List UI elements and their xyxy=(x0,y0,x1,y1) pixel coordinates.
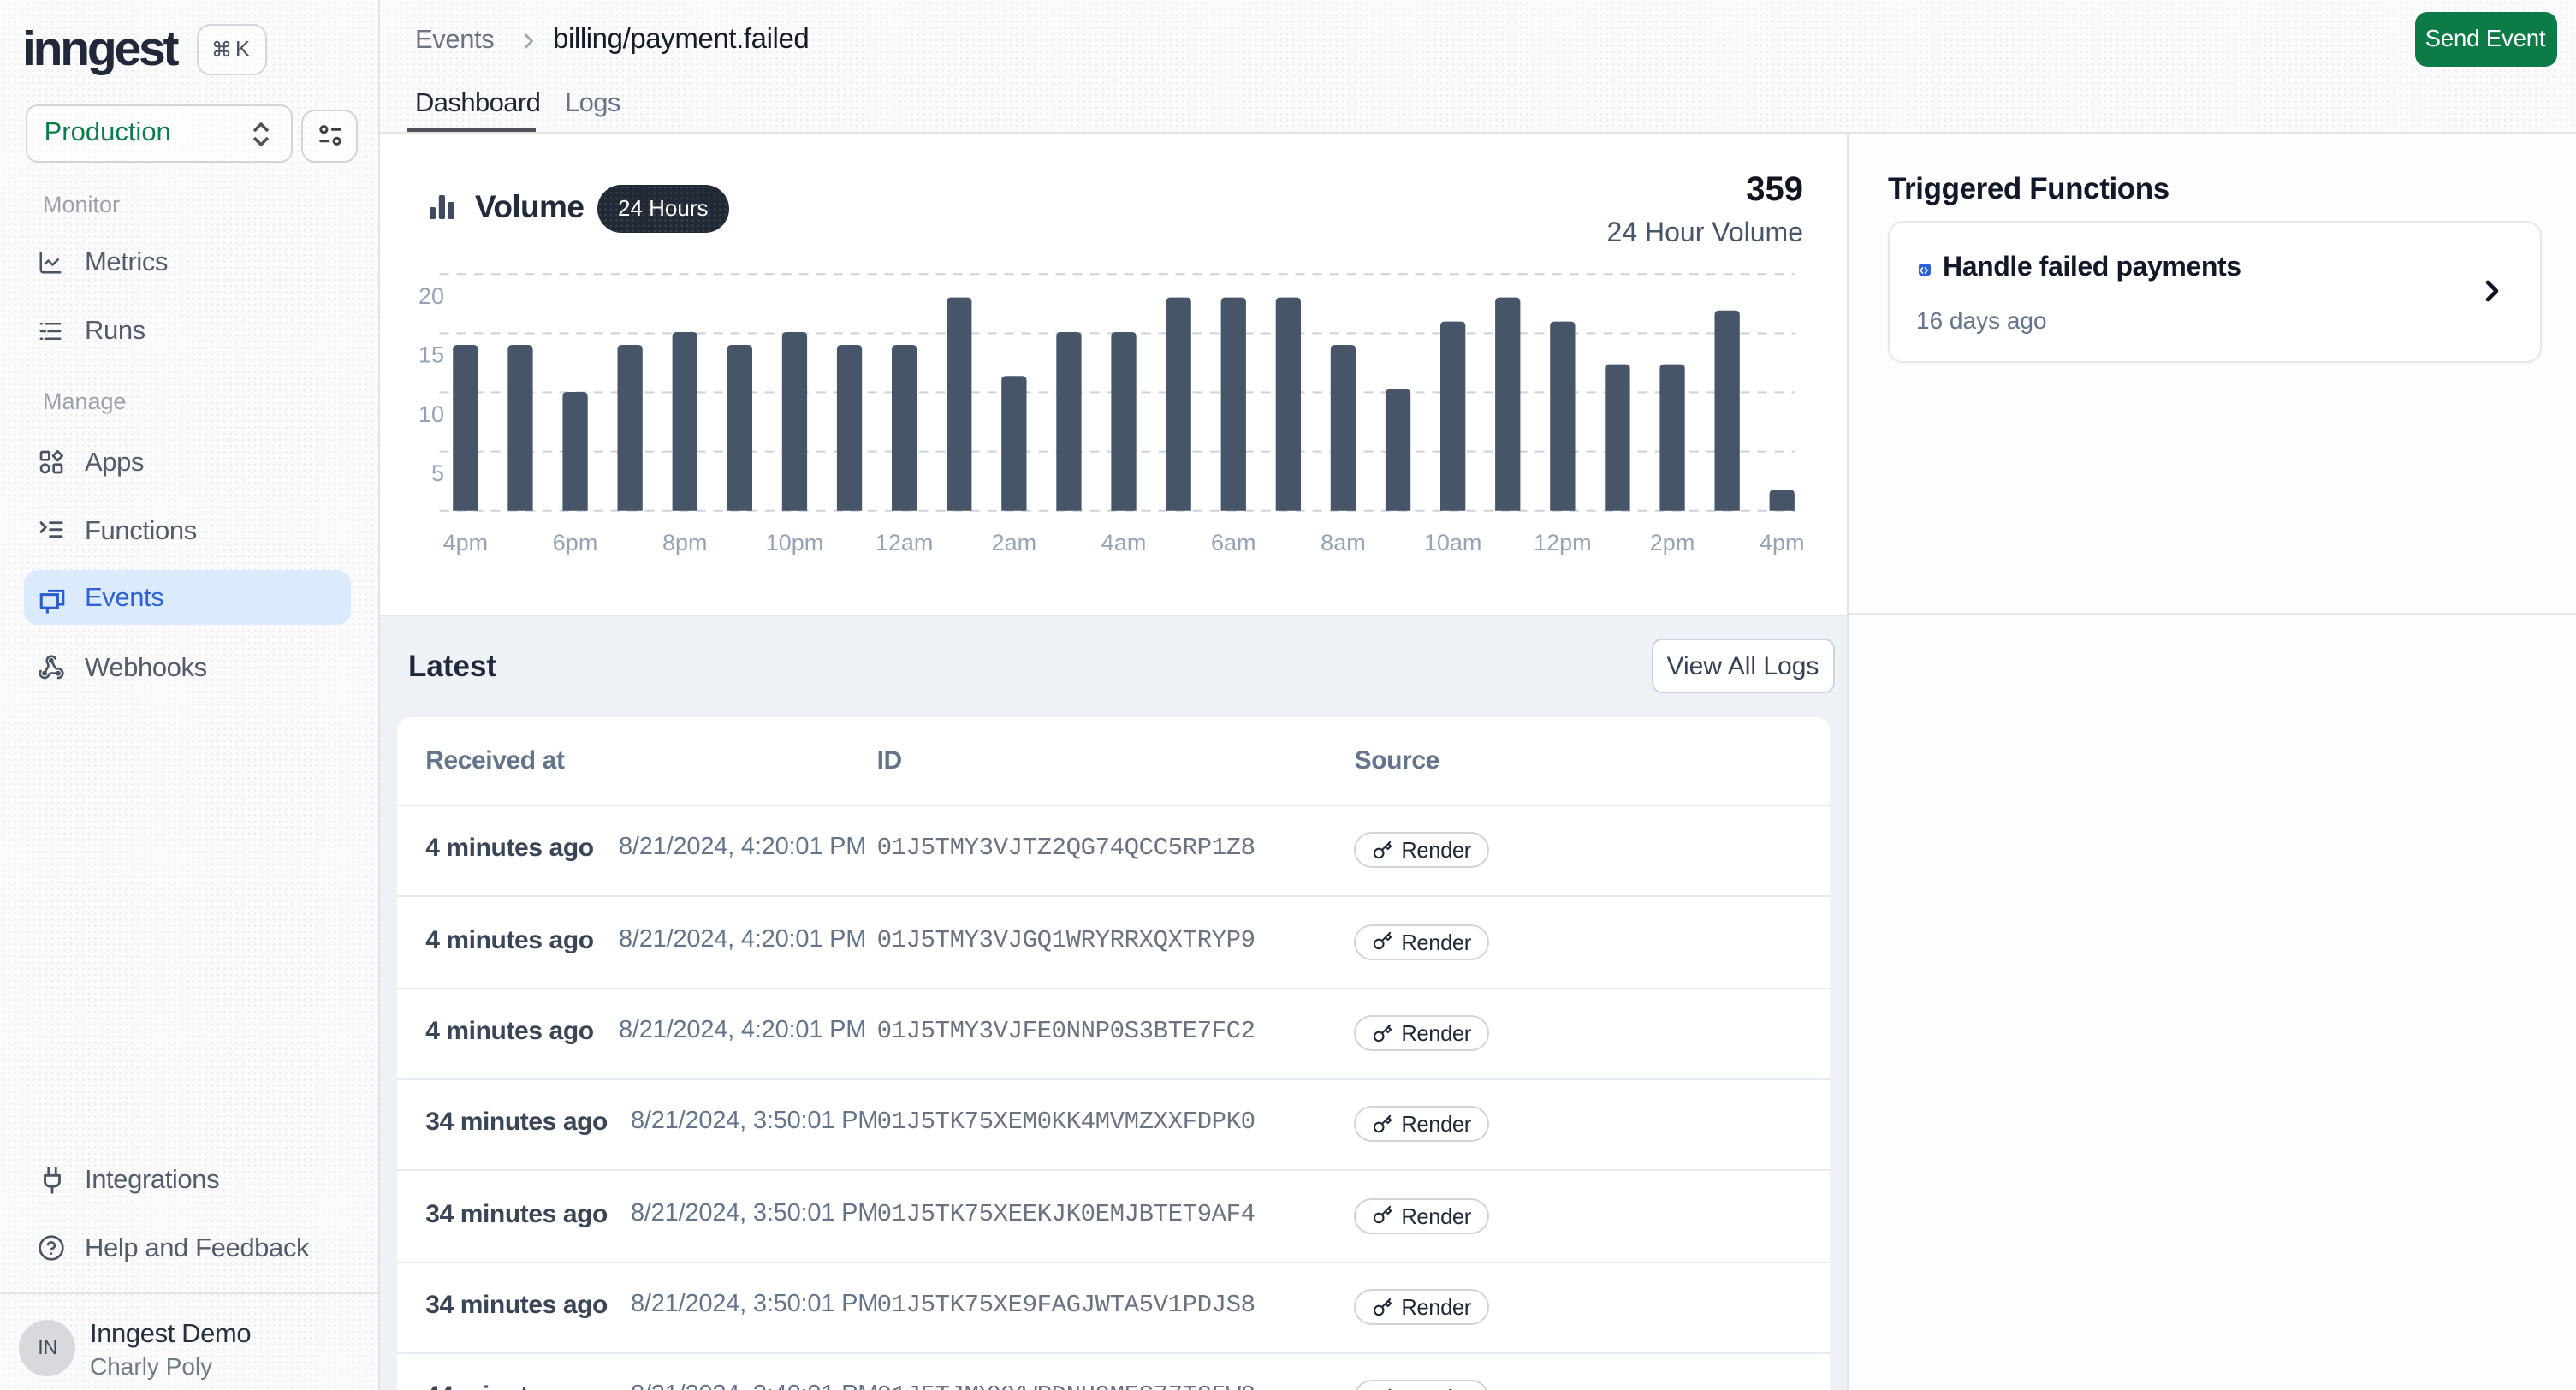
svg-text:8am: 8am xyxy=(1320,530,1365,555)
svg-text:10: 10 xyxy=(418,401,443,427)
svg-text:10am: 10am xyxy=(1423,530,1481,555)
svg-text:2pm: 2pm xyxy=(1649,530,1695,555)
svg-text:8pm: 8pm xyxy=(662,530,707,555)
svg-text:20: 20 xyxy=(418,283,443,309)
svg-text:2am: 2am xyxy=(991,530,1036,555)
svg-text:4pm: 4pm xyxy=(1759,530,1804,555)
svg-text:12am: 12am xyxy=(875,530,933,555)
svg-text:4pm: 4pm xyxy=(442,530,488,555)
svg-text:4am: 4am xyxy=(1101,530,1146,555)
svg-text:12pm: 12pm xyxy=(1533,530,1591,555)
svg-text:15: 15 xyxy=(418,342,443,368)
svg-text:5: 5 xyxy=(430,460,443,486)
svg-text:6am: 6am xyxy=(1210,530,1255,555)
svg-text:6pm: 6pm xyxy=(552,530,597,555)
svg-text:10pm: 10pm xyxy=(765,530,823,555)
